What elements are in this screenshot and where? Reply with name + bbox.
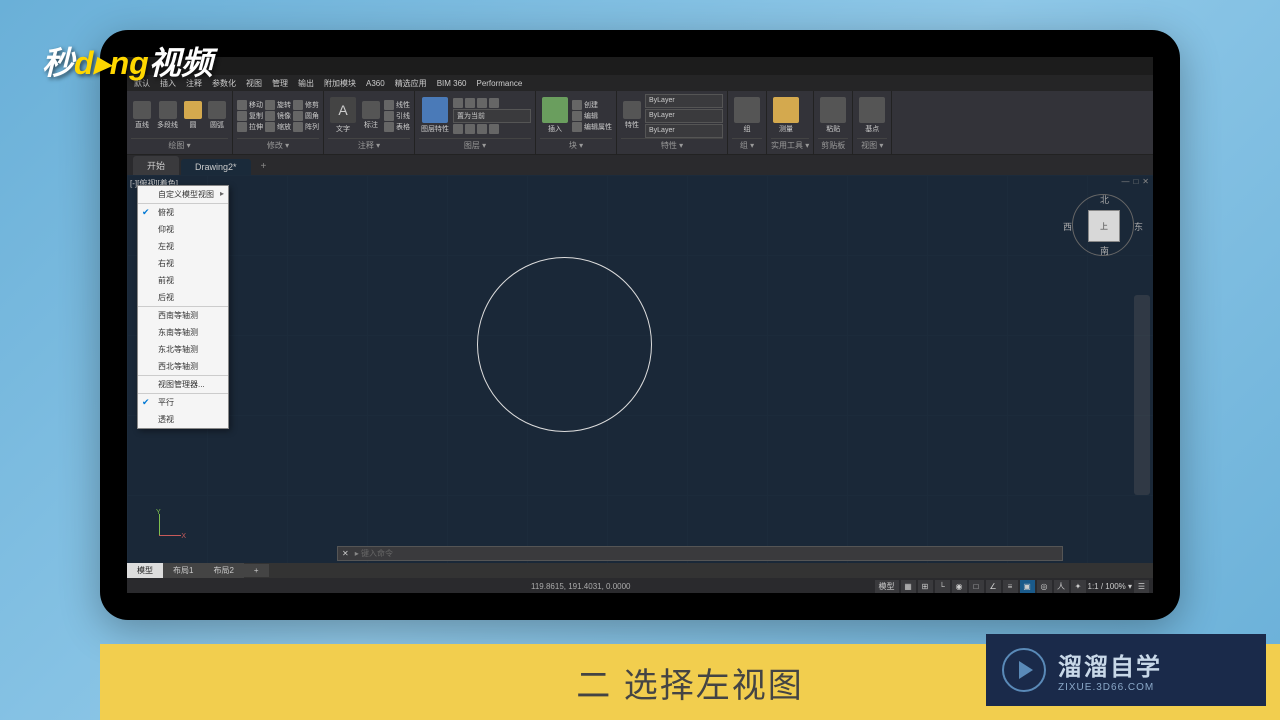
transparency-toggle[interactable]: ▣ bbox=[1020, 580, 1035, 593]
drawing-tab[interactable]: Drawing2* bbox=[181, 159, 251, 175]
menu-sw-iso[interactable]: 西南等轴测 bbox=[138, 306, 228, 324]
ribbon-group-draw: 直线 多段线 圆 圆弧 绘图 ▾ bbox=[127, 91, 233, 154]
menu-perspective[interactable]: 透视 bbox=[138, 411, 228, 428]
tab-view[interactable]: 视图 bbox=[241, 78, 267, 89]
paste-button[interactable]: 粘贴 bbox=[818, 96, 848, 135]
move-button[interactable]: 移动旋转修剪 bbox=[237, 100, 319, 110]
circle-object[interactable] bbox=[477, 257, 652, 432]
model-space-button[interactable]: 模型 bbox=[875, 580, 899, 593]
ribbon-group-layer: 图层特性 置为当前 图层 ▾ bbox=[415, 91, 536, 154]
device-frame: 默认 插入 注释 参数化 视图 管理 输出 附加模块 A360 精选应用 BIM… bbox=[100, 30, 1180, 620]
menu-top-view[interactable]: ✔俯视 bbox=[138, 203, 228, 221]
brand-badge: 溜溜自学 ZIXUE.3D66.COM bbox=[986, 634, 1266, 706]
play-icon bbox=[1002, 648, 1046, 692]
tab-bim360[interactable]: BIM 360 bbox=[432, 79, 472, 88]
drawing-canvas[interactable]: — □ ✕ [-][俯视][着色] 自定义模型视图▸ ✔俯视 仰视 左视 右视 … bbox=[127, 175, 1153, 563]
status-bar: 119.8615, 191.4031, 0.0000 模型 ▦ ⊞ └ ◉ □ … bbox=[127, 578, 1153, 593]
model-tab[interactable]: 模型 bbox=[127, 563, 163, 578]
properties-button[interactable]: 特性 bbox=[621, 100, 643, 131]
annotation-toggle[interactable]: 人 bbox=[1054, 580, 1069, 593]
linetype-combo[interactable]: ByLayer bbox=[645, 124, 723, 138]
copy-button[interactable]: 复制镜像圆角 bbox=[237, 111, 319, 121]
start-tab[interactable]: 开始 bbox=[133, 156, 179, 175]
menu-parallel[interactable]: ✔平行 bbox=[138, 393, 228, 411]
layer-combo[interactable]: 置为当前 bbox=[453, 109, 531, 123]
minimize-icon[interactable]: — bbox=[1121, 177, 1129, 186]
layer-properties-button[interactable]: 图层特性 bbox=[419, 96, 451, 135]
autocad-window: 默认 插入 注释 参数化 视图 管理 输出 附加模块 A360 精选应用 BIM… bbox=[127, 57, 1153, 593]
ribbon-group-block: 插入 创建 编辑 编辑属性 块 ▾ bbox=[536, 91, 617, 154]
polyline-button[interactable]: 多段线 bbox=[155, 100, 180, 131]
ribbon-group-annotate: A文字 标注 线性 引线 表格 注释 ▾ bbox=[324, 91, 415, 154]
close-icon[interactable]: ✕ bbox=[1142, 177, 1149, 186]
menu-bottom-view[interactable]: 仰视 bbox=[138, 221, 228, 238]
ribbon-group-properties: 特性 ByLayer ByLayer ByLayer 特性 ▾ bbox=[617, 91, 728, 154]
workspace-button[interactable]: ✦ bbox=[1071, 580, 1086, 593]
ribbon-group-view: 基点 视图 ▾ bbox=[853, 91, 892, 154]
basepoint-button[interactable]: 基点 bbox=[857, 96, 887, 135]
ortho-toggle[interactable]: └ bbox=[935, 580, 950, 593]
ribbon-tabs[interactable]: 默认 插入 注释 参数化 视图 管理 输出 附加模块 A360 精选应用 BIM… bbox=[127, 75, 1153, 91]
file-tabs: 开始 Drawing2* + bbox=[127, 155, 1153, 175]
coordinates-display: 119.8615, 191.4031, 0.0000 bbox=[531, 582, 631, 591]
tab-addins[interactable]: 附加模块 bbox=[319, 78, 361, 89]
tab-manage[interactable]: 管理 bbox=[267, 78, 293, 89]
arc-button[interactable]: 圆弧 bbox=[206, 100, 228, 131]
stretch-button[interactable]: 拉伸缩放阵列 bbox=[237, 122, 319, 132]
menu-view-manager[interactable]: 视图管理器... bbox=[138, 375, 228, 393]
menu-nw-iso[interactable]: 西北等轴测 bbox=[138, 358, 228, 375]
menu-ne-iso[interactable]: 东北等轴测 bbox=[138, 341, 228, 358]
layout-tabs: 模型 布局1 布局2 + bbox=[127, 563, 1153, 578]
ribbon-group-clipboard: 粘贴 剪贴板 bbox=[814, 91, 853, 154]
viewport-window-controls: — □ ✕ bbox=[1121, 177, 1149, 186]
ribbon-group-utilities: 测量 实用工具 ▾ bbox=[767, 91, 814, 154]
lineweight-combo[interactable]: ByLayer bbox=[645, 109, 723, 123]
menu-front-view[interactable]: 前视 bbox=[138, 272, 228, 289]
circle-button[interactable]: 圆 bbox=[182, 100, 204, 131]
view-cube[interactable]: 北 南 西 东 上 bbox=[1071, 193, 1135, 257]
snap-toggle[interactable]: ⊞ bbox=[918, 580, 933, 593]
ribbon: 直线 多段线 圆 圆弧 绘图 ▾ 移动旋转修剪 复制镜像圆角 拉伸缩放阵列 修改… bbox=[127, 91, 1153, 155]
polar-toggle[interactable]: ◉ bbox=[952, 580, 967, 593]
dimension-button[interactable]: 标注 bbox=[360, 100, 382, 131]
view-context-menu: 自定义模型视图▸ ✔俯视 仰视 左视 右视 前视 后视 西南等轴测 东南等轴测 … bbox=[137, 185, 229, 429]
text-button[interactable]: A文字 bbox=[328, 96, 358, 135]
navigation-bar[interactable] bbox=[1134, 295, 1150, 495]
menu-se-iso[interactable]: 东南等轴测 bbox=[138, 324, 228, 341]
line-button[interactable]: 直线 bbox=[131, 100, 153, 131]
lineweight-toggle[interactable]: ≡ bbox=[1003, 580, 1018, 593]
menu-left-view[interactable]: 左视 bbox=[138, 238, 228, 255]
tab-output[interactable]: 输出 bbox=[293, 78, 319, 89]
title-bar bbox=[127, 57, 1153, 75]
group-button[interactable]: 组 bbox=[732, 96, 762, 135]
watermark-logo: 秒d▸ng视频 bbox=[42, 38, 213, 84]
layout1-tab[interactable]: 布局1 bbox=[163, 563, 203, 578]
tab-featured[interactable]: 精选应用 bbox=[390, 78, 432, 89]
layout2-tab[interactable]: 布局2 bbox=[203, 563, 243, 578]
grid-toggle[interactable]: ▦ bbox=[901, 580, 916, 593]
command-line[interactable]: ✕ ▸ 键入命令 bbox=[337, 546, 1063, 561]
new-tab-button[interactable]: + bbox=[253, 158, 275, 175]
measure-button[interactable]: 测量 bbox=[771, 96, 801, 135]
tab-performance[interactable]: Performance bbox=[471, 79, 527, 88]
ribbon-group-group: 组 组 ▾ bbox=[728, 91, 767, 154]
customize-button[interactable]: ☰ bbox=[1134, 580, 1149, 593]
ucs-icon[interactable]: Y X bbox=[152, 513, 182, 543]
ribbon-group-modify: 移动旋转修剪 复制镜像圆角 拉伸缩放阵列 修改 ▾ bbox=[233, 91, 324, 154]
menu-custom-view[interactable]: 自定义模型视图▸ bbox=[138, 186, 228, 203]
otrack-toggle[interactable]: ∠ bbox=[986, 580, 1001, 593]
maximize-icon[interactable]: □ bbox=[1133, 177, 1138, 186]
scale-display[interactable]: 1:1 / 100% ▾ bbox=[1088, 582, 1133, 591]
color-combo[interactable]: ByLayer bbox=[645, 94, 723, 108]
close-cmdline-icon[interactable]: ✕ bbox=[342, 549, 349, 558]
osnap-toggle[interactable]: □ bbox=[969, 580, 984, 593]
insert-block-button[interactable]: 插入 bbox=[540, 96, 570, 135]
add-layout-button[interactable]: + bbox=[244, 564, 269, 577]
menu-back-view[interactable]: 后视 bbox=[138, 289, 228, 306]
tab-a360[interactable]: A360 bbox=[361, 79, 390, 88]
menu-right-view[interactable]: 右视 bbox=[138, 255, 228, 272]
cycling-toggle[interactable]: ◎ bbox=[1037, 580, 1052, 593]
